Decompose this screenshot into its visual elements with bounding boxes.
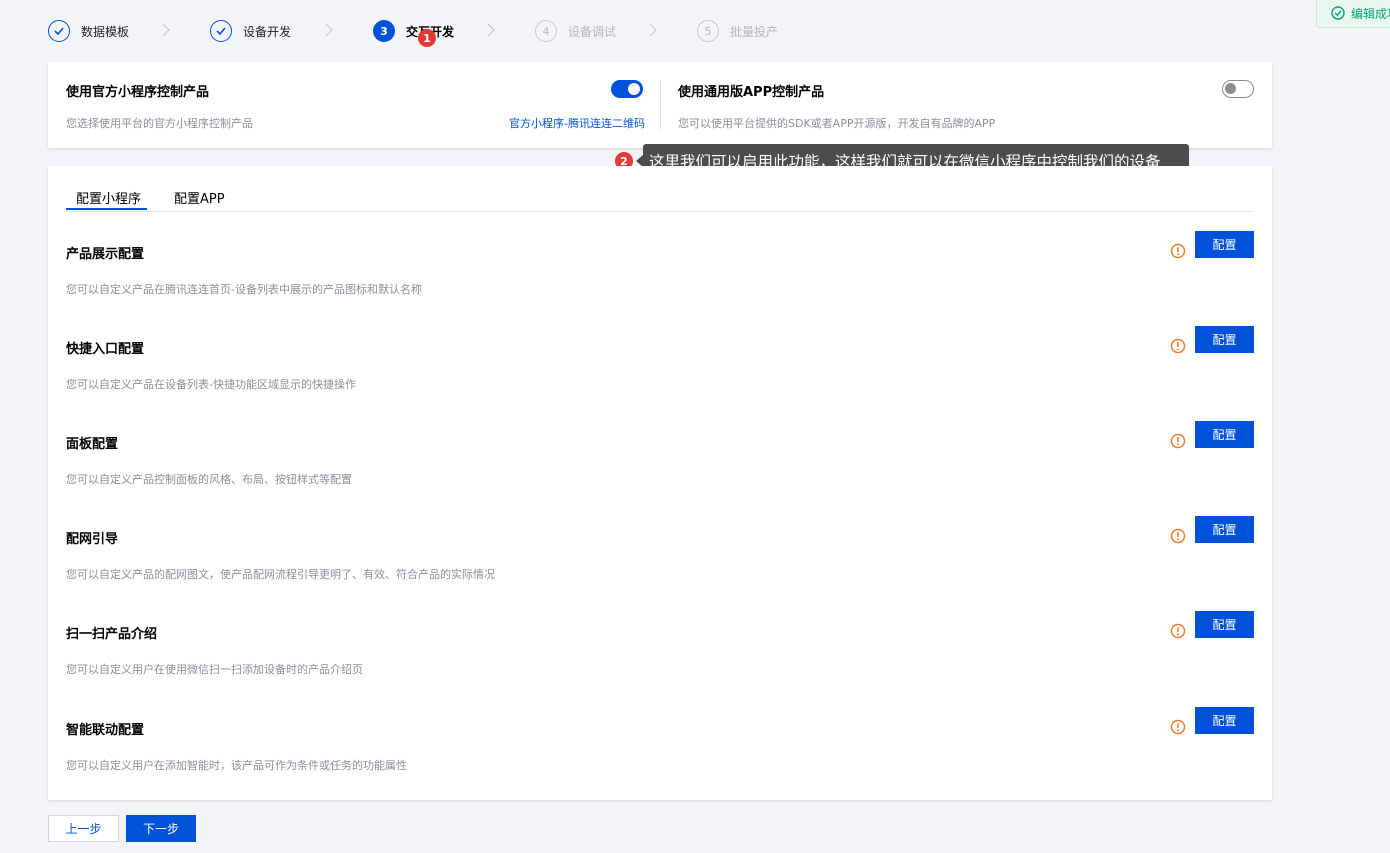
config-item-product-display: 产品展示配置 您可以自定义产品在腾讯连连首页-设备列表中展示的产品图标和默认名称… [48, 231, 1272, 333]
mini-program-option-title: 使用官方小程序控制产品 [66, 85, 210, 100]
warning-icon [1170, 623, 1186, 639]
mini-program-qrcode-link[interactable]: 官方小程序-腾讯连连二维码 [509, 115, 645, 131]
config-item-desc: 您可以自定义产品在腾讯连连首页-设备列表中展示的产品图标和默认名称 [66, 283, 422, 296]
step-interaction-dev[interactable]: 3 交互开发 [373, 18, 454, 44]
config-item-title: 扫一扫产品介绍 [66, 627, 158, 642]
config-button[interactable]: 配置 [1195, 707, 1254, 734]
config-item-desc: 您可以自定义用户在使用微信扫一扫添加设备时的产品介绍页 [66, 663, 363, 676]
step-data-template[interactable]: 数据模板 [48, 18, 129, 44]
annotation-marker-1: 1 [418, 29, 436, 47]
app-toggle[interactable] [1222, 80, 1254, 98]
step-mass-production[interactable]: 5 批量投产 [697, 18, 778, 44]
config-item-desc: 您可以自定义产品在设备列表-快捷功能区域显示的快捷操作 [66, 378, 356, 391]
config-item-title: 产品展示配置 [66, 247, 145, 262]
divider [660, 80, 661, 130]
config-item-shortcut: 快捷入口配置 您可以自定义产品在设备列表-快捷功能区域显示的快捷操作 配置 [48, 326, 1272, 428]
toast-text: 编辑成功 [1351, 6, 1390, 21]
config-button[interactable]: 配置 [1195, 326, 1254, 353]
prev-step-button[interactable]: 上一步 [48, 815, 119, 842]
warning-icon [1170, 528, 1186, 544]
config-item-title: 面板配置 [66, 437, 119, 452]
config-card: 配置小程序 配置APP 产品展示配置 您可以自定义产品在腾讯连连首页-设备列表中… [48, 166, 1272, 800]
chevron-right-icon [162, 23, 170, 37]
config-item-desc: 您可以自定义产品的配网图文，使产品配网流程引导更明了、有效、符合产品的实际情况 [66, 568, 495, 581]
tab-mini-program[interactable]: 配置小程序 [76, 188, 141, 207]
step-device-dev[interactable]: 设备开发 [210, 18, 291, 44]
warning-icon [1170, 338, 1186, 354]
config-button[interactable]: 配置 [1195, 516, 1254, 543]
check-icon [48, 20, 70, 42]
step-device-debug[interactable]: 4 设备调试 [535, 18, 616, 44]
config-item-panel: 面板配置 您可以自定义产品控制面板的风格、布局、按钮样式等配置 配置 [48, 421, 1272, 523]
step-number: 5 [697, 20, 719, 42]
config-item-desc: 您可以自定义用户在添加智能时，该产品可作为条件或任务的功能属性 [66, 759, 407, 772]
config-button[interactable]: 配置 [1195, 231, 1254, 258]
success-toast: 编辑成功 [1316, 0, 1390, 28]
config-item-title: 配网引导 [66, 532, 119, 547]
control-options-card: 使用官方小程序控制产品 您选择使用平台的官方小程序控制产品 官方小程序-腾讯连连… [48, 62, 1272, 148]
chevron-right-icon [487, 23, 495, 37]
config-item-smart-linkage: 智能联动配置 您可以自定义用户在添加智能时，该产品可作为条件或任务的功能属性 配… [48, 707, 1272, 809]
config-item-title: 智能联动配置 [66, 723, 145, 738]
warning-icon [1170, 243, 1186, 259]
check-circle-icon [1331, 6, 1345, 20]
tab-active-indicator [66, 208, 147, 210]
config-item-scan-intro: 扫一扫产品介绍 您可以自定义用户在使用微信扫一扫添加设备时的产品介绍页 配置 [48, 611, 1272, 713]
step-number: 3 [373, 20, 395, 42]
step-label: 设备开发 [243, 24, 292, 39]
mini-program-toggle[interactable] [611, 80, 643, 98]
app-option-title: 使用通用版APP控制产品 [678, 85, 825, 100]
config-item-desc: 您可以自定义产品控制面板的风格、布局、按钮样式等配置 [66, 473, 352, 486]
app-option-desc: 您可以使用平台提供的SDK或者APP开源版，开发自有品牌的APP [678, 117, 996, 130]
step-label: 设备调试 [568, 24, 617, 39]
step-number: 4 [535, 20, 557, 42]
config-button[interactable]: 配置 [1195, 611, 1254, 638]
chevron-right-icon [649, 23, 657, 37]
check-icon [210, 20, 232, 42]
mini-program-option-desc: 您选择使用平台的官方小程序控制产品 [66, 117, 253, 130]
chevron-right-icon [325, 23, 333, 37]
config-button[interactable]: 配置 [1195, 421, 1254, 448]
step-label: 批量投产 [730, 24, 779, 39]
tab-app[interactable]: 配置APP [174, 188, 225, 207]
warning-icon [1170, 433, 1186, 449]
config-item-title: 快捷入口配置 [66, 342, 145, 357]
warning-icon [1170, 719, 1186, 735]
config-tabs: 配置小程序 配置APP [66, 184, 1254, 212]
step-label: 数据模板 [81, 24, 130, 39]
config-item-network-guide: 配网引导 您可以自定义产品的配网图文，使产品配网流程引导更明了、有效、符合产品的… [48, 516, 1272, 618]
next-step-button[interactable]: 下一步 [126, 815, 196, 842]
